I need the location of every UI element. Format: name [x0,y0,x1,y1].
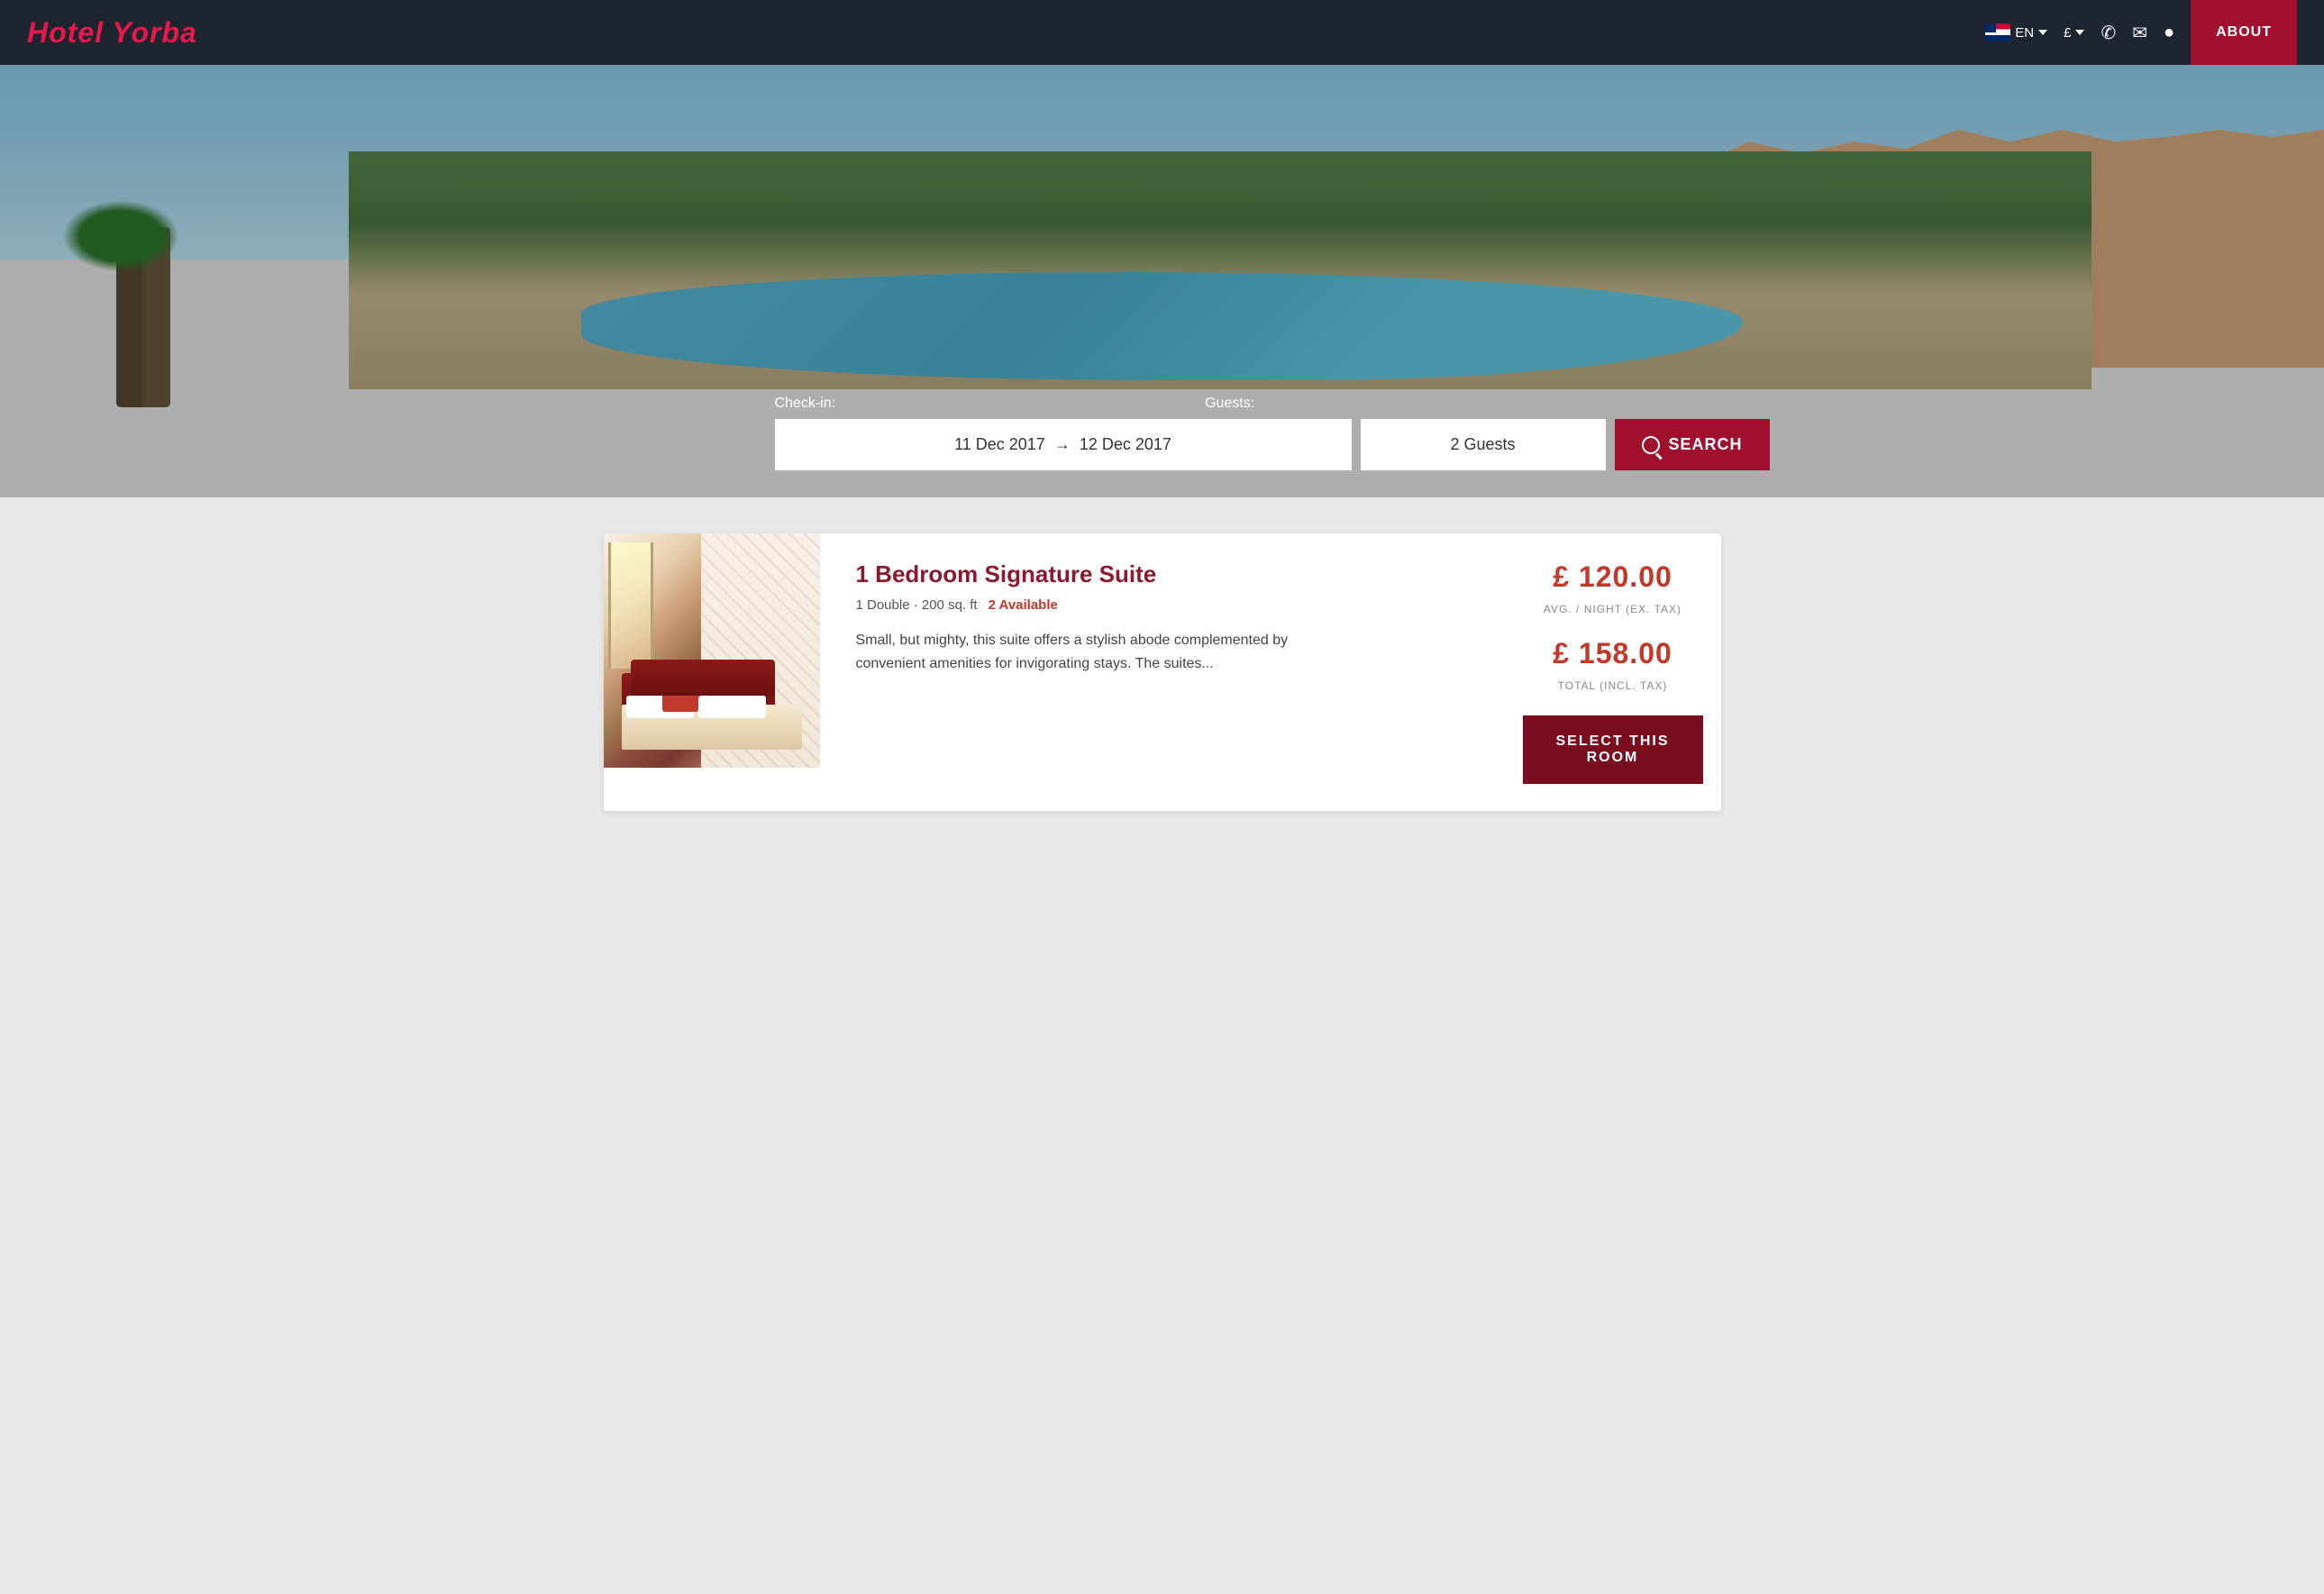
chevron-down-icon [2038,30,2047,35]
chevron-down-icon [2075,30,2084,35]
currency-label: £ [2064,25,2071,41]
room-availability: 2 Available [989,597,1058,613]
phone-icon[interactable]: ✆ [2101,22,2116,44]
search-icon [1642,436,1660,454]
location-icon[interactable]: ● [2164,23,2174,43]
rooms-section: 1 Bedroom Signature Suite 1 Double · 200… [0,497,2324,847]
date-range-input[interactable] [775,419,1352,470]
booking-bar: Check-in: Guests: SEARCH [775,396,1550,470]
price-total: £ 158.00 [1553,637,1672,670]
room-card: 1 Bedroom Signature Suite 1 Double · 200… [604,533,1721,811]
navbar-controls: EN £ ✆ ✉ ● ABOUT [1985,0,2297,65]
price-total-label: TOTAL (INCL. TAX) [1558,679,1668,692]
room-title: 1 Bedroom Signature Suite [856,560,1469,588]
mail-icon[interactable]: ✉ [2132,22,2147,44]
room-description: Small, but mighty, this suite offers a s… [856,629,1307,677]
room-image [604,533,820,768]
navbar: Hotel Yorba EN £ ✆ ✉ ● ABOUT [0,0,2324,65]
select-room-button[interactable]: SELECT THIS ROOM [1523,715,1703,784]
language-selector[interactable]: EN [1985,23,2047,41]
room-image-container [604,533,820,768]
hero-section: Check-in: Guests: SEARCH [0,65,2324,497]
room-info: 1 Bedroom Signature Suite 1 Double · 200… [820,533,1505,811]
guests-label-text: Guests: [1205,396,1254,412]
booking-labels: Check-in: Guests: [775,396,1550,412]
room-meta: 1 Double · 200 sq. ft 2 Available [856,597,1469,613]
room-pricing: £ 120.00 AVG. / NIGHT (EX. TAX) £ 158.00… [1505,533,1721,811]
checkin-label-text: Check-in: [775,396,836,412]
currency-selector[interactable]: £ [2064,25,2084,41]
about-button[interactable]: ABOUT [2191,0,2297,65]
guests-input[interactable] [1361,419,1606,470]
flag-icon [1985,23,2010,41]
price-per-night-label: AVG. / NIGHT (EX. TAX) [1544,603,1681,615]
lang-label: EN [2015,25,2034,41]
brand-logo: Hotel Yorba [27,16,1985,50]
search-button[interactable]: SEARCH [1615,419,1770,470]
price-per-night: £ 120.00 [1553,560,1672,594]
booking-inputs: SEARCH [775,419,1550,470]
